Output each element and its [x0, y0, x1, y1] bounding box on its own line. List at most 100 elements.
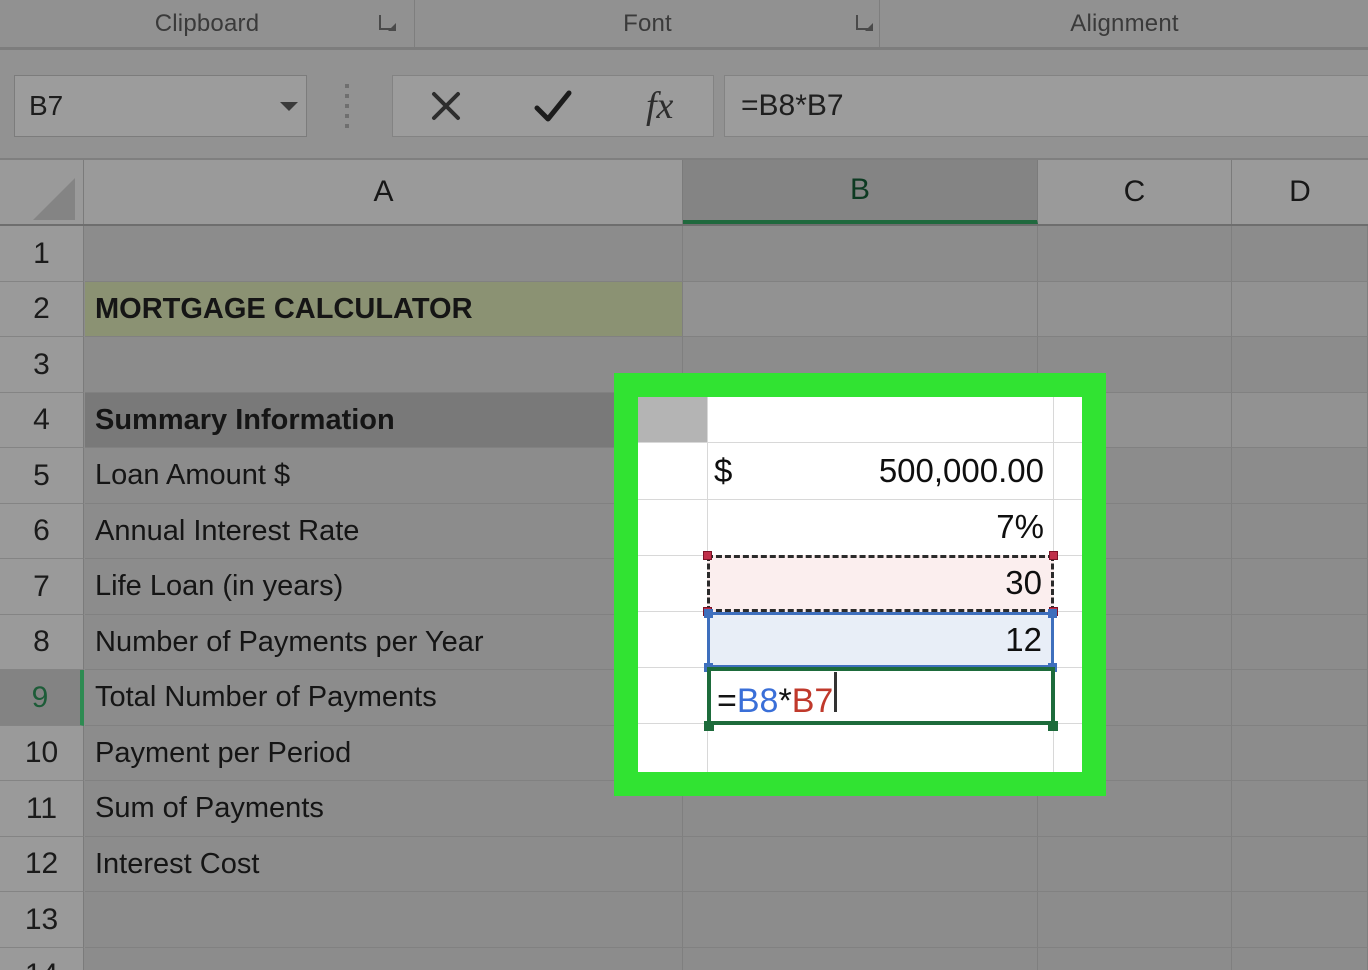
ribbon-group-label-strip: Clipboard Font Alignment — [0, 0, 1368, 47]
cell-D5[interactable] — [1232, 448, 1368, 504]
cell-A8[interactable]: Number of Payments per Year — [85, 615, 683, 670]
cell-text: MORTGAGE CALCULATOR — [95, 293, 473, 326]
cell-D11[interactable] — [1232, 781, 1368, 837]
cell-A4[interactable]: Summary Information — [85, 393, 683, 448]
chevron-down-icon[interactable] — [272, 99, 306, 113]
row-header-11[interactable]: 11 — [0, 781, 84, 837]
row-header-2[interactable]: 2 — [0, 282, 84, 337]
row-header-12[interactable]: 12 — [0, 837, 84, 892]
cell-D3[interactable] — [1232, 337, 1368, 393]
cell-A3[interactable] — [85, 337, 683, 393]
cell-D7[interactable] — [1232, 559, 1368, 615]
formula-token-operator: * — [778, 682, 791, 720]
formula-input[interactable]: =B8*B7 — [724, 75, 1368, 137]
cell-D13[interactable] — [1232, 892, 1368, 948]
cell-D9[interactable] — [1232, 670, 1368, 726]
cell-b9-editor[interactable]: =B8*B7 — [707, 667, 1055, 725]
insert-function-button[interactable]: fx — [606, 76, 713, 136]
zoom-callout-inner: $ 500,000.00 7% 30 12 =B8*B7 — [638, 397, 1082, 772]
row-header-3[interactable]: 3 — [0, 337, 84, 393]
column-header-c[interactable]: C — [1038, 160, 1232, 224]
select-all-button[interactable] — [0, 160, 84, 224]
cell-A13[interactable] — [85, 892, 683, 948]
row-header-10[interactable]: 10 — [0, 726, 84, 781]
cell-text: Loan Amount $ — [95, 459, 290, 492]
ribbon-group-label-alignment: Alignment — [1070, 10, 1179, 38]
cell-A1[interactable] — [85, 226, 683, 282]
formula-token-ref-b8: B8 — [737, 682, 779, 720]
cell-b8-value: 12 — [708, 612, 1050, 667]
column-header-c-label: C — [1124, 175, 1146, 209]
cell-C2[interactable] — [1038, 282, 1232, 337]
row-header-9[interactable]: 9 — [0, 670, 84, 726]
cell-D4[interactable] — [1232, 393, 1368, 448]
row-header-1[interactable]: 1 — [0, 226, 84, 282]
column-header-a[interactable]: A — [85, 160, 683, 224]
ribbon-group-font: Font — [416, 0, 880, 47]
cell-B1[interactable] — [683, 226, 1038, 282]
ribbon-group-label-clipboard: Clipboard — [155, 10, 260, 38]
cell-A9[interactable]: Total Number of Payments — [85, 670, 683, 726]
text-cursor — [834, 672, 837, 712]
row-header-label: 4 — [33, 403, 50, 437]
cancel-formula-button[interactable] — [393, 76, 500, 136]
column-header-b[interactable]: B — [683, 160, 1038, 224]
clipboard-dialog-launcher-icon[interactable] — [378, 13, 398, 33]
cell-D14[interactable] — [1232, 948, 1368, 970]
row-header-13[interactable]: 13 — [0, 892, 84, 948]
cell-B2[interactable] — [683, 282, 1038, 337]
cell-D2[interactable] — [1232, 282, 1368, 337]
cell-D12[interactable] — [1232, 837, 1368, 892]
cell-A2[interactable]: MORTGAGE CALCULATOR — [85, 282, 683, 337]
row-header-4[interactable]: 4 — [0, 393, 84, 448]
row-header-label: 10 — [25, 736, 58, 770]
cell-C13[interactable] — [1038, 892, 1232, 948]
excel-window: Clipboard Font Alignment B7 — [0, 0, 1368, 970]
cell-A7[interactable]: Life Loan (in years) — [85, 559, 683, 615]
cell-text: Sum of Payments — [95, 792, 324, 825]
cell-text: Life Loan (in years) — [95, 570, 343, 603]
column-header-d[interactable]: D — [1232, 160, 1368, 224]
edit-handle-bottom-left — [704, 721, 714, 731]
fx-icon: fx — [646, 84, 673, 128]
row-header-14[interactable]: 14 — [0, 948, 84, 970]
row-header-5[interactable]: 5 — [0, 448, 84, 504]
cell-b9-formula-text: =B8*B7 — [711, 672, 837, 721]
formula-token-ref-b7: B7 — [792, 682, 834, 720]
row-header-label: 2 — [33, 292, 50, 326]
ribbon-group-label-font: Font — [623, 10, 672, 38]
name-box[interactable]: B7 — [14, 75, 307, 137]
cell-B13[interactable] — [683, 892, 1038, 948]
select-all-triangle-icon — [33, 178, 75, 220]
row-header-8[interactable]: 8 — [0, 615, 84, 670]
cell-A14[interactable] — [85, 948, 683, 970]
formula-token-equals: = — [717, 682, 737, 720]
row-header-label: 14 — [25, 958, 58, 970]
cell-A10[interactable]: Payment per Period — [85, 726, 683, 781]
cell-C14[interactable] — [1038, 948, 1232, 970]
cell-D10[interactable] — [1232, 726, 1368, 781]
enter-formula-button[interactable] — [500, 76, 607, 136]
cell-A11[interactable]: Sum of Payments — [85, 781, 683, 837]
cell-C1[interactable] — [1038, 226, 1232, 282]
row-header-label: 5 — [33, 459, 50, 493]
copy-handle-top-right — [1049, 551, 1058, 560]
column-header-band: A B C D — [0, 160, 1368, 226]
cell-D1[interactable] — [1232, 226, 1368, 282]
fill-handle[interactable] — [1048, 721, 1058, 731]
cell-text: Annual Interest Rate — [95, 515, 359, 548]
cell-B12[interactable] — [683, 837, 1038, 892]
font-dialog-launcher-icon[interactable] — [855, 13, 875, 33]
cell-D8[interactable] — [1232, 615, 1368, 670]
cell-A5[interactable]: Loan Amount $ — [85, 448, 683, 504]
cell-B14[interactable] — [683, 948, 1038, 970]
cell-C12[interactable] — [1038, 837, 1232, 892]
cell-A12[interactable]: Interest Cost — [85, 837, 683, 892]
cell-D6[interactable] — [1232, 504, 1368, 559]
row-header-label: 6 — [33, 514, 50, 548]
cell-A6[interactable]: Annual Interest Rate — [85, 504, 683, 559]
row-header-7[interactable]: 7 — [0, 559, 84, 615]
row-header-6[interactable]: 6 — [0, 504, 84, 559]
cell-text: Interest Cost — [95, 848, 259, 881]
formula-bar-grip[interactable] — [344, 84, 350, 128]
